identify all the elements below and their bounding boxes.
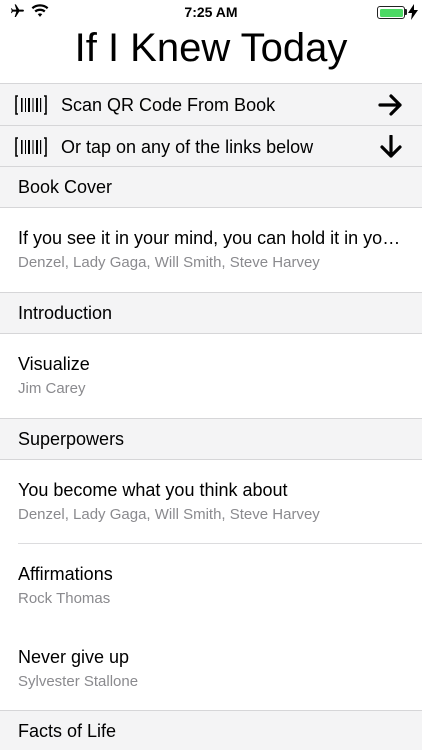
section-label: Superpowers: [18, 429, 125, 449]
list-item[interactable]: Never give up Sylvester Stallone: [0, 627, 422, 711]
section-header-introduction: Introduction: [0, 292, 422, 334]
section-header-facts-of-life: Facts of Life: [0, 710, 422, 750]
section-header-book-cover: Book Cover: [0, 166, 422, 208]
barcode-icon: [15, 95, 47, 115]
section-header-superpowers: Superpowers: [0, 418, 422, 460]
item-subtitle: Rock Thomas: [18, 590, 111, 607]
arrow-down-icon: [380, 135, 402, 158]
section-label: Facts of Life: [18, 721, 117, 741]
battery-tip: [405, 9, 407, 15]
charging-bolt-icon: [408, 4, 418, 20]
item-title: If you see it in your mind, you can hold…: [18, 228, 406, 248]
scan-qr-row[interactable]: Scan QR Code From Book: [0, 83, 422, 125]
status-time: 7:25 AM: [184, 4, 238, 20]
section-label: Book Cover: [18, 177, 113, 197]
status-bar: 7:25 AM: [0, 0, 422, 24]
barcode-icon: [15, 137, 47, 157]
list-item[interactable]: If you see it in your mind, you can hold…: [0, 208, 422, 292]
item-title: Never give up: [18, 647, 130, 667]
battery-icon: [377, 6, 405, 19]
item-subtitle: Denzel, Lady Gaga, Will Smith, Steve Har…: [18, 506, 320, 523]
list-item[interactable]: Visualize Jim Carey: [0, 334, 422, 418]
arrow-right-icon: [378, 94, 402, 116]
tap-links-label: Or tap on any of the links below: [61, 137, 314, 157]
page-title: If I Knew Today: [74, 26, 348, 70]
tap-links-row[interactable]: Or tap on any of the links below: [0, 125, 422, 167]
item-subtitle: Jim Carey: [18, 380, 86, 397]
item-title: You become what you think about: [18, 480, 288, 500]
scan-qr-label: Scan QR Code From Book: [61, 95, 276, 115]
list-item[interactable]: Affirmations Rock Thomas: [0, 544, 422, 628]
item-title: Visualize: [18, 354, 90, 374]
item-subtitle: Denzel, Lady Gaga, Will Smith, Steve Har…: [18, 254, 320, 271]
list-item[interactable]: You become what you think about Denzel, …: [0, 460, 422, 544]
item-subtitle: Sylvester Stallone: [18, 673, 139, 690]
section-label: Introduction: [18, 303, 113, 323]
item-title: Affirmations: [18, 564, 113, 584]
